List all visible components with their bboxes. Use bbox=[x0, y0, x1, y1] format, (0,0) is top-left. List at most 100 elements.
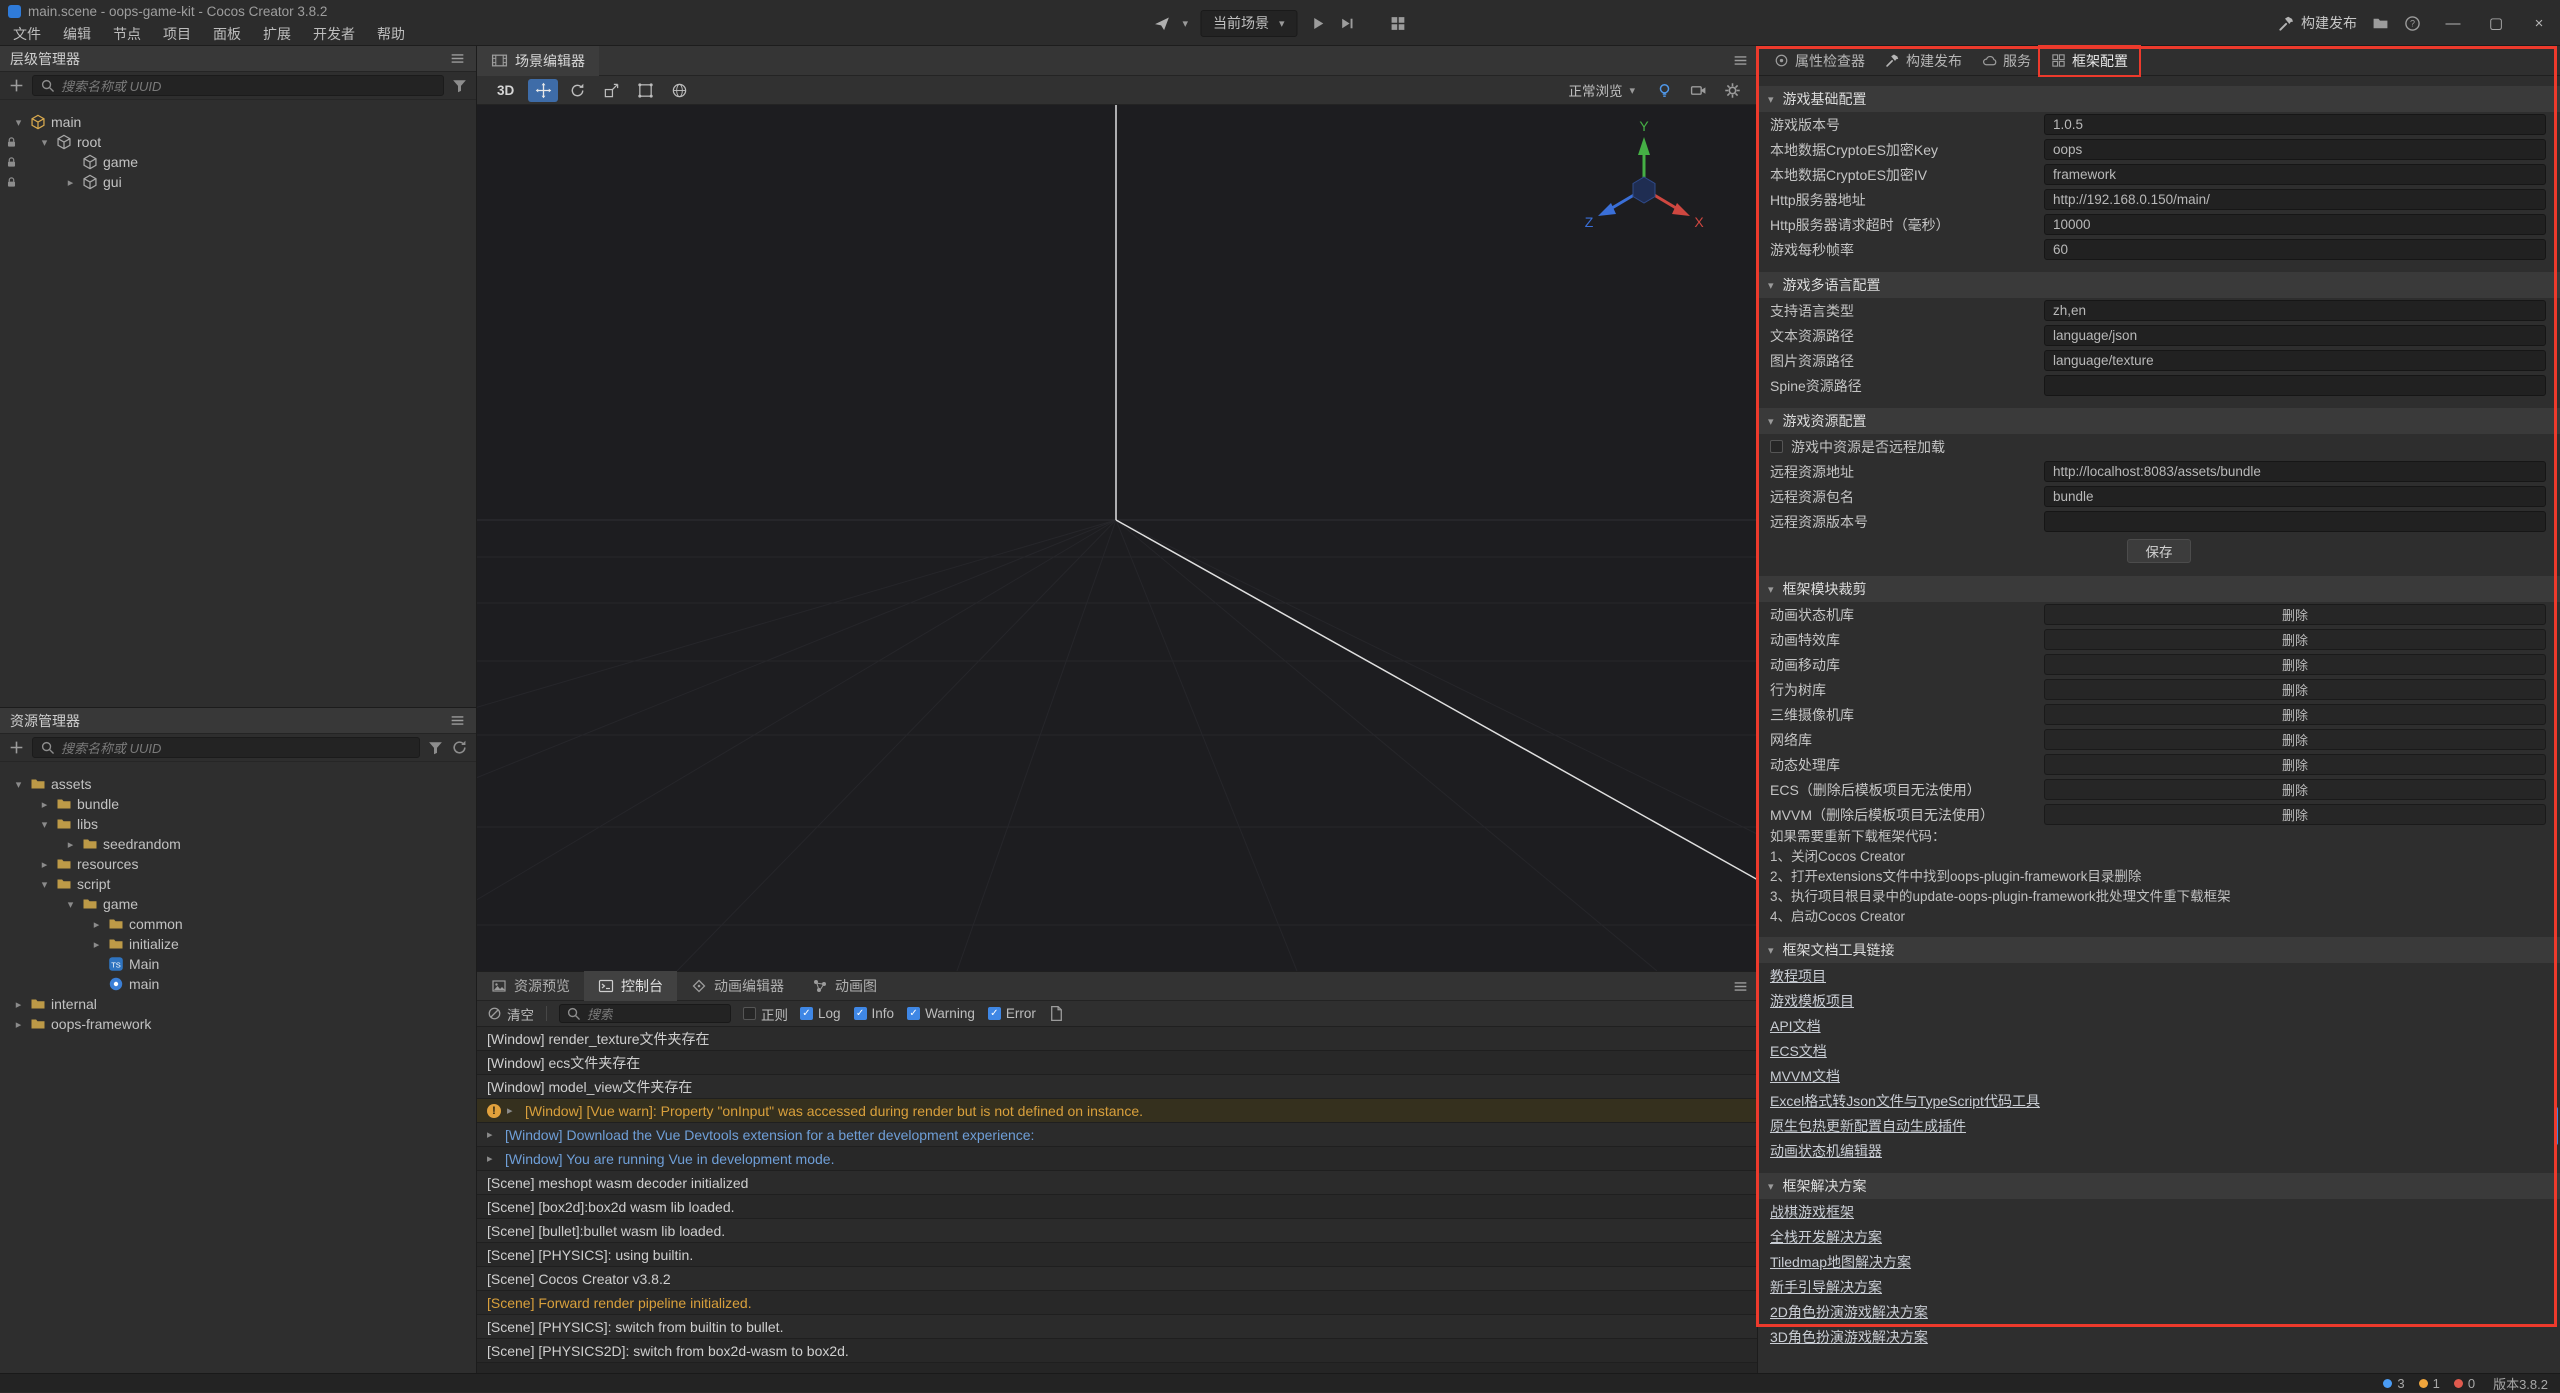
section-header[interactable]: ▾框架模块裁剪 bbox=[1758, 576, 2560, 602]
console-log-row[interactable]: [Window] ecs文件夹存在 bbox=[477, 1051, 1757, 1075]
report-icon[interactable] bbox=[1048, 1005, 1065, 1022]
section-header[interactable]: ▾框架解决方案 bbox=[1758, 1173, 2560, 1199]
panel-menu-icon[interactable] bbox=[449, 712, 466, 729]
link-Excel格式转Json文件与TypeScript代码工具[interactable]: Excel格式转Json文件与TypeScript代码工具 bbox=[1770, 1091, 2040, 1111]
close-button[interactable]: × bbox=[2528, 15, 2550, 32]
error-count[interactable]: 0 bbox=[2454, 1376, 2475, 1391]
delete-button[interactable]: 删除 bbox=[2044, 754, 2546, 775]
menu-item-7[interactable]: 帮助 bbox=[366, 22, 416, 46]
camera-icon[interactable] bbox=[1683, 79, 1713, 102]
link-动画状态机编辑器[interactable]: 动画状态机编辑器 bbox=[1770, 1141, 1882, 1161]
delete-button[interactable]: 删除 bbox=[2044, 604, 2546, 625]
console-log-row[interactable]: [Scene] Forward render pipeline initiali… bbox=[477, 1291, 1757, 1315]
refresh-icon[interactable] bbox=[451, 739, 468, 756]
delete-button[interactable]: 删除 bbox=[2044, 654, 2546, 675]
menu-item-0[interactable]: 文件 bbox=[2, 22, 52, 46]
link-新手引导解决方案[interactable]: 新手引导解决方案 bbox=[1770, 1277, 1882, 1297]
transform-space-button[interactable] bbox=[664, 79, 694, 102]
tree-item-main[interactable]: main bbox=[0, 974, 476, 994]
tree-item-assets[interactable]: ▾assets bbox=[0, 774, 476, 794]
console-log-row[interactable]: ▸[Window] You are running Vue in develop… bbox=[477, 1147, 1757, 1171]
delete-button[interactable]: 删除 bbox=[2044, 779, 2546, 800]
add-node-button[interactable] bbox=[8, 77, 25, 94]
link-游戏模板项目[interactable]: 游戏模板项目 bbox=[1770, 991, 1854, 1011]
info-count[interactable]: 3 bbox=[2383, 1376, 2404, 1391]
minimize-button[interactable]: — bbox=[2442, 15, 2464, 32]
console-log-row[interactable]: [Scene] meshopt wasm decoder initialized bbox=[477, 1171, 1757, 1195]
filter-checkbox-Error[interactable]: ✓Error bbox=[988, 1006, 1036, 1021]
caret-right-icon[interactable]: ▸ bbox=[487, 1152, 499, 1165]
filter-icon[interactable] bbox=[427, 739, 444, 756]
console-log-row[interactable]: [Scene] [PHYSICS]: using builtin. bbox=[477, 1243, 1757, 1267]
layout-grid-icon[interactable] bbox=[1390, 15, 1407, 32]
scene-viewport[interactable]: Y X Z bbox=[477, 105, 1757, 971]
section-header[interactable]: ▾游戏多语言配置 bbox=[1758, 272, 2560, 298]
link-API文档[interactable]: API文档 bbox=[1770, 1016, 1821, 1036]
play-button[interactable] bbox=[1310, 15, 1327, 32]
caret-right-icon[interactable]: ▸ bbox=[38, 798, 51, 811]
tree-item-oops-framework[interactable]: ▸oops-framework bbox=[0, 1014, 476, 1034]
filter-checkbox-Log[interactable]: ✓Log bbox=[800, 1006, 841, 1021]
console-log-row[interactable]: [Window] model_view文件夹存在 bbox=[477, 1075, 1757, 1099]
caret-down-icon[interactable]: ▾ bbox=[38, 818, 51, 831]
text-input[interactable] bbox=[2044, 511, 2546, 532]
chevron-down-icon[interactable]: ▾ bbox=[1182, 17, 1188, 30]
tree-item-gui[interactable]: ▸gui bbox=[0, 172, 476, 192]
lock-icon[interactable] bbox=[5, 176, 18, 189]
caret-right-icon[interactable]: ▸ bbox=[38, 858, 51, 871]
caret-right-icon[interactable]: ▸ bbox=[64, 838, 77, 851]
delete-button[interactable]: 删除 bbox=[2044, 804, 2546, 825]
caret-down-icon[interactable]: ▾ bbox=[38, 878, 51, 891]
inspector-tab-框架配置[interactable]: 框架配置 bbox=[2041, 48, 2138, 74]
text-input[interactable]: bundle bbox=[2044, 486, 2546, 507]
text-input[interactable]: http://192.168.0.150/main/ bbox=[2044, 189, 2546, 210]
console-log-row[interactable]: [Scene] [box2d]:box2d wasm lib loaded. bbox=[477, 1195, 1757, 1219]
panel-menu-icon[interactable] bbox=[1732, 52, 1749, 69]
section-header[interactable]: ▾框架文档工具链接 bbox=[1758, 937, 2560, 963]
section-header[interactable]: ▾游戏资源配置 bbox=[1758, 408, 2560, 434]
menu-item-5[interactable]: 扩展 bbox=[252, 22, 302, 46]
console-log-row[interactable]: !▸[Window] [Vue warn]: Property "onInput… bbox=[477, 1099, 1757, 1123]
console-log-row[interactable]: [Window] render_texture文件夹存在 bbox=[477, 1027, 1757, 1051]
light-toggle-icon[interactable] bbox=[1649, 79, 1679, 102]
link-教程项目[interactable]: 教程项目 bbox=[1770, 966, 1826, 986]
lock-icon[interactable] bbox=[5, 156, 18, 169]
add-asset-button[interactable] bbox=[8, 739, 25, 756]
menu-item-6[interactable]: 开发者 bbox=[302, 22, 366, 46]
assets-search-input[interactable]: 搜索名称或 UUID bbox=[32, 737, 420, 758]
save-button[interactable]: 保存 bbox=[2127, 539, 2191, 563]
delete-button[interactable]: 删除 bbox=[2044, 729, 2546, 750]
caret-down-icon[interactable]: ▾ bbox=[64, 898, 77, 911]
tree-item-seedrandom[interactable]: ▸seedrandom bbox=[0, 834, 476, 854]
text-input[interactable]: 10000 bbox=[2044, 214, 2546, 235]
link-战棋游戏框架[interactable]: 战棋游戏框架 bbox=[1770, 1202, 1854, 1222]
caret-right-icon[interactable]: ▸ bbox=[487, 1128, 499, 1141]
text-input[interactable]: 1.0.5 bbox=[2044, 114, 2546, 135]
tree-item-script[interactable]: ▾script bbox=[0, 874, 476, 894]
caret-down-icon[interactable]: ▾ bbox=[38, 136, 51, 149]
link-2D角色扮演游戏解决方案[interactable]: 2D角色扮演游戏解决方案 bbox=[1770, 1302, 1928, 1322]
step-button[interactable] bbox=[1339, 15, 1356, 32]
tree-item-initialize[interactable]: ▸initialize bbox=[0, 934, 476, 954]
menu-item-4[interactable]: 面板 bbox=[202, 22, 252, 46]
rotate-tool-button[interactable] bbox=[562, 79, 592, 102]
clear-console-button[interactable]: 清空 bbox=[487, 1004, 534, 1024]
lock-icon[interactable] bbox=[5, 136, 18, 149]
link-3D角色扮演游戏解决方案[interactable]: 3D角色扮演游戏解决方案 bbox=[1770, 1327, 1928, 1347]
tab-控制台[interactable]: 控制台 bbox=[584, 971, 677, 1001]
caret-right-icon[interactable]: ▸ bbox=[64, 176, 77, 189]
checkbox-icon[interactable] bbox=[1770, 440, 1783, 453]
text-input[interactable]: 60 bbox=[2044, 239, 2546, 260]
link-ECS文档[interactable]: ECS文档 bbox=[1770, 1041, 1827, 1061]
filter-icon[interactable] bbox=[451, 77, 468, 94]
tree-item-root[interactable]: ▾root bbox=[0, 132, 476, 152]
scrollbar-thumb[interactable] bbox=[2554, 1107, 2558, 1145]
text-input[interactable]: language/texture bbox=[2044, 350, 2546, 371]
axis-gizmo[interactable]: Y X Z bbox=[1579, 117, 1709, 247]
inspector-tab-服务[interactable]: 服务 bbox=[1972, 48, 2041, 74]
menu-item-1[interactable]: 编辑 bbox=[52, 22, 102, 46]
filter-checkbox-Info[interactable]: ✓Info bbox=[854, 1006, 895, 1021]
caret-right-icon[interactable]: ▸ bbox=[12, 1018, 25, 1031]
tree-item-game[interactable]: game bbox=[0, 152, 476, 172]
scene-select-dropdown[interactable]: 当前场景 ▾ bbox=[1200, 10, 1298, 37]
